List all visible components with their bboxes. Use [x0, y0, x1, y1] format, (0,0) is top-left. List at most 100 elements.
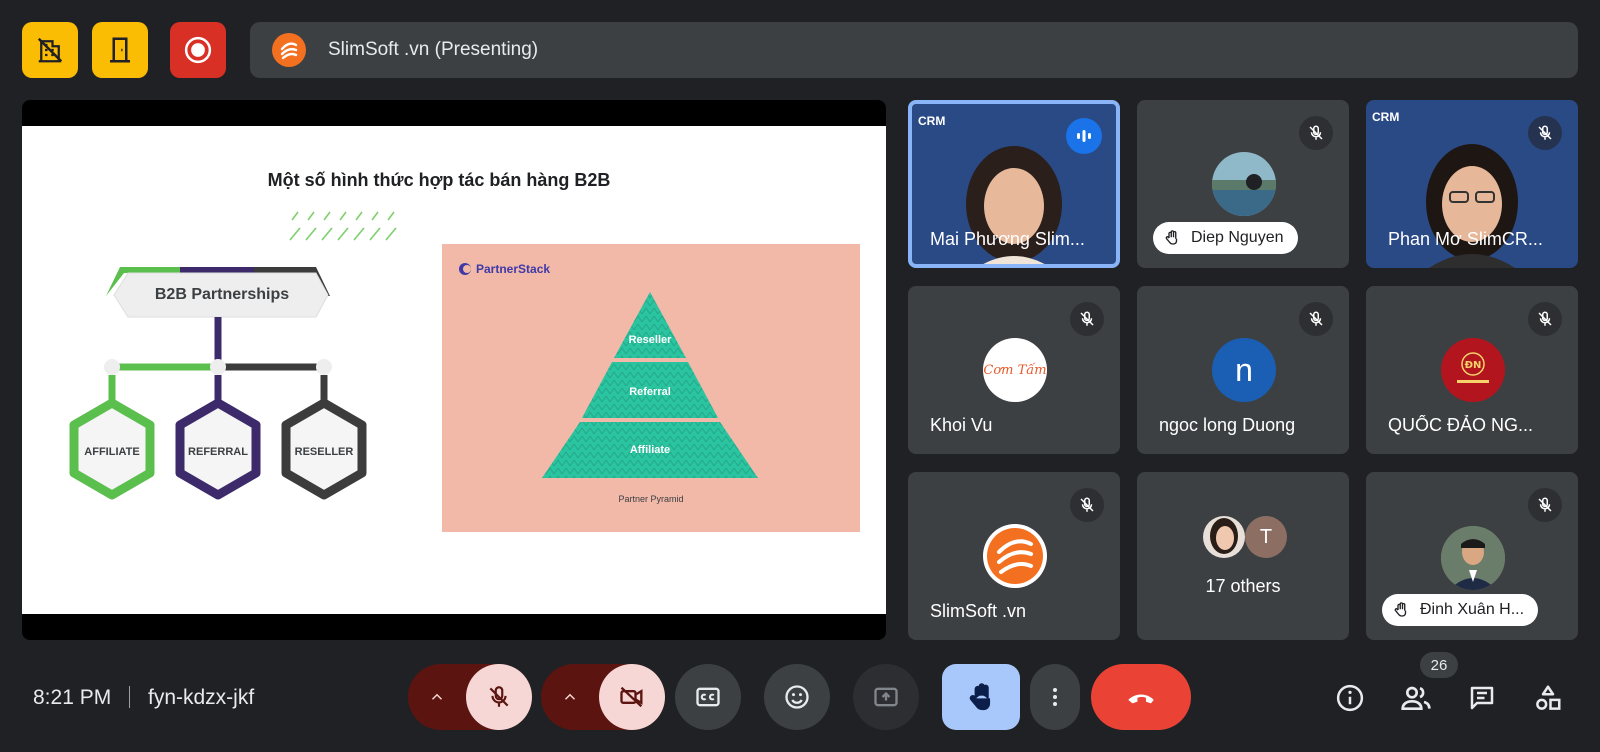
mic-off-icon [1070, 302, 1104, 336]
mic-off-icon [489, 686, 509, 707]
participant-tile-ngoc-long-duong[interactable]: n ngoc long Duong [1137, 286, 1349, 454]
present-screen-button[interactable] [853, 664, 919, 730]
participant-tile-slimsoft[interactable]: SlimSoft .vn [908, 472, 1120, 640]
avatar-letter: T [1259, 525, 1273, 548]
slimsoft-logo-icon [983, 524, 1047, 588]
pyramid-affiliate: Affiliate [629, 444, 671, 456]
video-overlay-text: CRM [918, 114, 946, 128]
people-count-badge: 26 [1420, 652, 1458, 678]
avatar: ĐN [1441, 338, 1505, 402]
slide-title: Một số hình thức hợp tác bán hàng B2B [267, 170, 611, 190]
people-icon [1401, 686, 1431, 710]
pyramid-caption: Partner Pyramid [618, 494, 684, 504]
hex-reseller: RESELLER [294, 446, 354, 458]
video-overlay-text: CRM [1372, 110, 1400, 124]
call-end-icon [1128, 694, 1154, 704]
mic-control-group [408, 664, 532, 730]
leave-call-button[interactable] [1091, 664, 1191, 730]
hand-raised-icon [969, 683, 991, 711]
host-controls-button[interactable] [22, 22, 78, 78]
pyramid-referral: Referral [629, 386, 671, 398]
more-options-button[interactable] [1030, 664, 1080, 730]
participant-tile-mai-phuong[interactable]: CRM Mai Phương Slim... [908, 100, 1120, 268]
hex-referral: REFERRAL [188, 446, 248, 458]
avatar [1441, 526, 1505, 590]
partnerstack-logo-icon [459, 263, 471, 275]
info-icon [1336, 684, 1364, 712]
no-meeting-room-icon [37, 37, 63, 63]
others-avatar-2: T [1245, 516, 1287, 558]
presenting-bar[interactable]: SlimSoft .vn (Presenting) [250, 22, 1578, 78]
hand-raised-icon [1394, 602, 1407, 617]
avatar: n [1212, 338, 1276, 402]
slimsoft-logo-icon [272, 33, 306, 67]
others-avatar-1 [1203, 516, 1245, 558]
b2b-partnerships-label: B2B Partnerships [154, 286, 290, 303]
participant-name: Khoi Vu [930, 415, 993, 435]
mic-off-icon [1528, 302, 1562, 336]
participant-tile-khoi-vu[interactable]: Cơm Tấm Khoi Vu [908, 286, 1120, 454]
chat-icon [1470, 686, 1494, 710]
participant-name: Mai Phương Slim... [930, 229, 1085, 249]
mic-toggle-button[interactable] [466, 664, 532, 730]
partnerstack-brand: PartnerStack [458, 262, 550, 276]
activities-shapes-icon [1536, 685, 1561, 710]
participant-name: Phan Mơ SlimCR... [1388, 229, 1543, 249]
present-to-all-icon [874, 687, 898, 707]
chevron-up-icon [431, 693, 443, 700]
avatar-letter: n [1235, 351, 1253, 388]
meeting-code: fyn-kdzx-jkf [148, 686, 255, 709]
participant-tile-quoc-dao[interactable]: ĐN QUỐC ĐẢO NG... [1366, 286, 1578, 454]
presentation-stage[interactable]: Một số hình thức hợp tác bán hàng B2B B2… [22, 100, 886, 640]
slide: Một số hình thức hợp tác bán hàng B2B B2… [22, 126, 886, 614]
presenting-title: SlimSoft .vn (Presenting) [328, 39, 539, 60]
hex-affiliate: AFFILIATE [84, 446, 140, 458]
camera-control-group [541, 664, 665, 730]
pyramid-reseller: Reseller [628, 334, 672, 346]
participant-name: SlimSoft .vn [930, 601, 1027, 621]
hand-raised-name-pill: Đinh Xuân H... [1382, 594, 1539, 626]
breakout-door-button[interactable] [92, 22, 148, 78]
participant-tile-dinh-xuan[interactable]: Đinh Xuân H... [1366, 472, 1578, 640]
mic-off-icon [1070, 488, 1104, 522]
activities-button[interactable] [1530, 680, 1566, 716]
participant-name: Diep Nguyen [1191, 229, 1284, 246]
participant-name: ngoc long Duong [1159, 415, 1296, 435]
others-count: 17 others [1205, 576, 1281, 596]
more-vert-icon [1053, 688, 1057, 706]
hand-raised-icon [1165, 230, 1178, 245]
clock: 8:21 PM [33, 686, 112, 709]
participant-tile-diep-nguyen[interactable]: Diep Nguyen [1137, 100, 1349, 268]
recording-button[interactable] [170, 22, 226, 78]
participant-name: Đinh Xuân H... [1420, 601, 1525, 618]
svg-text:Cơm Tấm: Cơm Tấm [983, 362, 1046, 378]
door-icon [110, 37, 130, 63]
participant-tile-others[interactable]: T 17 others [1137, 472, 1349, 640]
people-button[interactable] [1398, 680, 1434, 716]
captions-button[interactable] [675, 664, 741, 730]
camera-toggle-button[interactable] [599, 664, 665, 730]
chat-button[interactable] [1464, 680, 1500, 716]
camera-off-icon [620, 686, 643, 708]
mic-options-chevron[interactable] [408, 664, 466, 730]
camera-options-chevron[interactable] [541, 664, 599, 730]
speaking-indicator-icon [1066, 118, 1102, 154]
mic-off-icon [1528, 488, 1562, 522]
participant-tile-phan-mo[interactable]: CRM Phan Mơ SlimCR... [1366, 100, 1578, 268]
raise-hand-button[interactable] [942, 664, 1020, 730]
record-icon [184, 36, 212, 64]
divider [129, 686, 130, 708]
mic-off-icon [1299, 116, 1333, 150]
hand-raised-name-pill: Diep Nguyen [1153, 222, 1298, 254]
mic-off-icon [1528, 116, 1562, 150]
meeting-details-button[interactable] [1332, 680, 1368, 716]
participant-name: QUỐC ĐẢO NG... [1388, 415, 1534, 435]
decorative-hatch [289, 211, 397, 241]
emoji-icon [785, 685, 809, 709]
closed-captions-icon [696, 687, 720, 707]
svg-text:ĐN: ĐN [1465, 360, 1482, 371]
avatar [1212, 152, 1276, 216]
mic-off-icon [1299, 302, 1333, 336]
partner-pyramid-panel: PartnerStack Reseller Referral Affiliate… [442, 244, 860, 532]
reactions-button[interactable] [764, 664, 830, 730]
